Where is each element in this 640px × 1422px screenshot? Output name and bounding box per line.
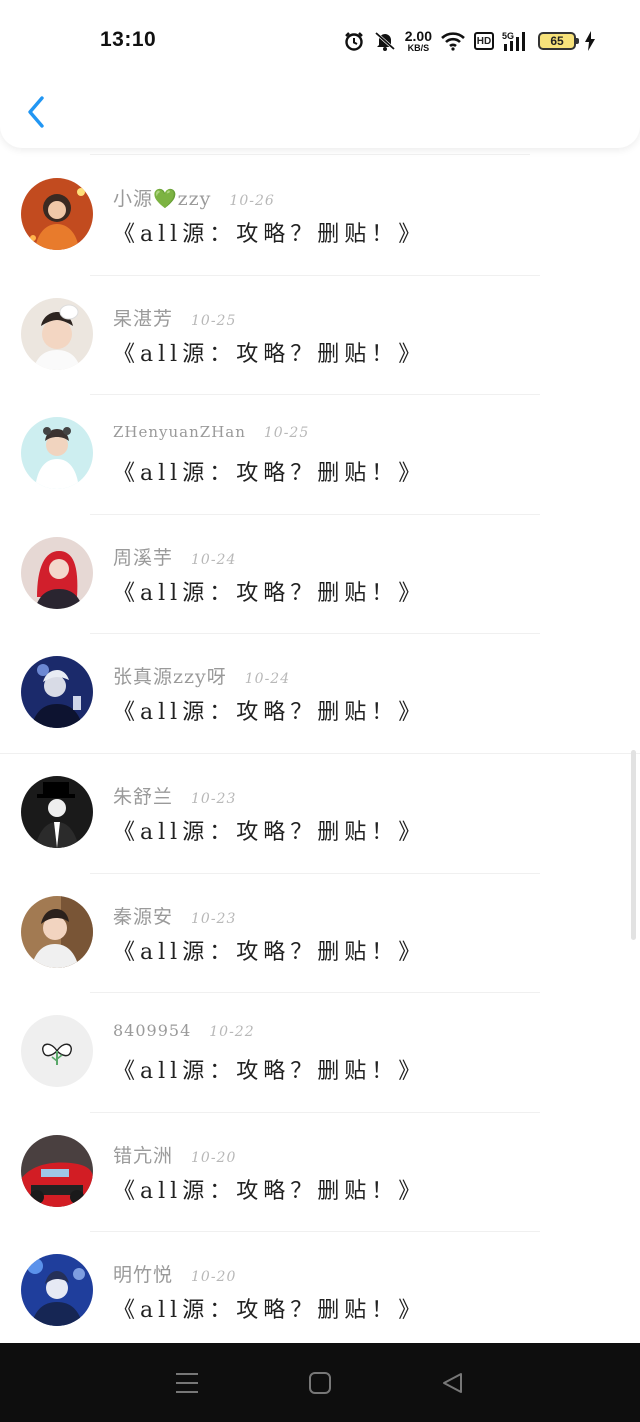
avatar[interactable] <box>21 417 93 490</box>
comment-date: 10-26 <box>229 193 275 209</box>
username[interactable]: 朱舒兰 <box>113 782 173 809</box>
charging-icon <box>584 31 596 51</box>
username[interactable]: 明竹悦 <box>113 1260 173 1287</box>
comment-date: 10-23 <box>191 790 237 807</box>
list-item[interactable]: 小源💚zzy 10-26 《all源：攻略？删贴！》 <box>0 156 640 276</box>
comment-text[interactable]: 《all源：攻略？删贴！》 <box>113 1292 425 1324</box>
username[interactable]: 周溪芋 <box>113 543 173 570</box>
system-nav-bar <box>0 1343 640 1422</box>
svg-text:5G: 5G <box>502 31 514 41</box>
avatar[interactable] <box>21 178 93 250</box>
avatar[interactable] <box>21 775 93 848</box>
username[interactable]: 错亢洲 <box>113 1141 173 1168</box>
comment-date: 10-24 <box>191 551 237 568</box>
comment-date: 10-22 <box>209 1024 255 1041</box>
comment-text[interactable]: 《all源：攻略？删贴！》 <box>113 694 425 726</box>
comment-date: 10-20 <box>191 1149 237 1166</box>
comment-list: 小源💚zzy 10-26 《all源：攻略？删贴！》 杲湛芳 10-25 《al… <box>0 156 640 1352</box>
list-item[interactable]: ZHenyuanZHan 10-25 《all源：攻略？删贴！》 <box>0 395 640 515</box>
avatar[interactable] <box>21 1015 93 1088</box>
comment-meta: 杲湛芳 10-25 <box>113 304 236 331</box>
back-button[interactable] <box>20 92 52 132</box>
comment-text[interactable]: 《all源：攻略？删贴！》 <box>113 1173 425 1205</box>
list-item[interactable]: 杲湛芳 10-25 《all源：攻略？删贴！》 <box>0 276 640 396</box>
list-item[interactable]: 朱舒兰 10-23 《all源：攻略？删贴！》 <box>0 754 640 874</box>
list-item[interactable]: 张真源zzy呀 10-24 《all源：攻略？删贴！》 <box>0 634 640 754</box>
comment-meta: 8409954 10-22 <box>113 1021 255 1040</box>
avatar[interactable] <box>21 656 93 729</box>
username[interactable]: 杲湛芳 <box>113 304 173 331</box>
avatar[interactable] <box>21 1254 93 1327</box>
avatar[interactable] <box>21 536 93 609</box>
hd-badge: HD <box>474 32 494 50</box>
scrollbar[interactable] <box>631 750 636 940</box>
username[interactable]: 小源💚zzy <box>113 184 211 211</box>
comment-meta: 小源💚zzy 10-26 <box>113 184 275 211</box>
username[interactable]: 秦源安 <box>113 902 173 929</box>
comment-date: 10-25 <box>191 312 237 329</box>
home-icon <box>308 1371 331 1394</box>
avatar[interactable] <box>21 895 93 968</box>
avatar[interactable] <box>21 297 93 370</box>
comment-meta: 明竹悦 10-20 <box>113 1260 236 1287</box>
battery-indicator: 65 <box>538 32 579 50</box>
list-item[interactable]: 明竹悦 10-20 《all源：攻略？删贴！》 <box>0 1232 640 1352</box>
status-bar: 13:10 2.00 KB/S HD 5G 65 <box>0 0 640 80</box>
list-item[interactable]: 8409954 10-22 《all源：攻略？删贴！》 <box>0 993 640 1113</box>
mute-icon <box>373 30 397 52</box>
comment-meta: 秦源安 10-23 <box>113 902 236 929</box>
menu-icon <box>175 1372 198 1393</box>
avatar[interactable] <box>21 1134 93 1207</box>
list-item[interactable]: 秦源安 10-23 《all源：攻略？删贴！》 <box>0 874 640 994</box>
comment-text[interactable]: 《all源：攻略？删贴！》 <box>113 216 425 248</box>
username[interactable]: 张真源zzy呀 <box>113 662 227 689</box>
comment-meta: 朱舒兰 10-23 <box>113 782 236 809</box>
comment-text[interactable]: 《all源：攻略？删贴！》 <box>113 1053 425 1085</box>
network-speed: 2.00 KB/S <box>404 28 432 53</box>
wifi-icon <box>440 31 466 51</box>
list-item[interactable]: 周溪芋 10-24 《all源：攻略？删贴！》 <box>0 515 640 635</box>
comment-text[interactable]: 《all源：攻略？删贴！》 <box>113 814 425 846</box>
home-button[interactable] <box>300 1363 340 1403</box>
back-icon <box>443 1372 463 1393</box>
list-item[interactable]: 错亢洲 10-20 《all源：攻略？删贴！》 <box>0 1113 640 1233</box>
status-time: 13:10 <box>100 28 157 51</box>
comment-meta: 周溪芋 10-24 <box>113 543 236 570</box>
comment-date: 10-24 <box>244 671 291 688</box>
alarm-icon <box>343 30 365 52</box>
comment-meta: ZHenyuanZHan 10-25 <box>113 423 309 441</box>
username[interactable]: 8409954 <box>113 1021 191 1040</box>
username[interactable]: ZHenyuanZHan <box>113 423 246 441</box>
comment-text[interactable]: 《all源：攻略？删贴！》 <box>113 336 425 368</box>
status-icons: 2.00 KB/S HD 5G 65 <box>343 26 596 56</box>
comment-date: 10-25 <box>263 425 310 442</box>
comment-date: 10-23 <box>191 910 237 927</box>
signal-icon: 5G <box>502 30 530 52</box>
comment-text[interactable]: 《all源：攻略？删贴！》 <box>113 934 425 966</box>
comment-text[interactable]: 《all源：攻略？删贴！》 <box>113 575 425 607</box>
divider <box>90 154 530 155</box>
comment-meta: 错亢洲 10-20 <box>113 1141 236 1168</box>
comment-meta: 张真源zzy呀 10-24 <box>113 662 290 689</box>
comment-text[interactable]: 《all源：攻略？删贴！》 <box>113 455 425 487</box>
system-back-button[interactable] <box>433 1363 473 1403</box>
chevron-left-icon <box>28 96 44 128</box>
recent-apps-button[interactable] <box>167 1363 207 1403</box>
comment-date: 10-20 <box>191 1269 237 1286</box>
